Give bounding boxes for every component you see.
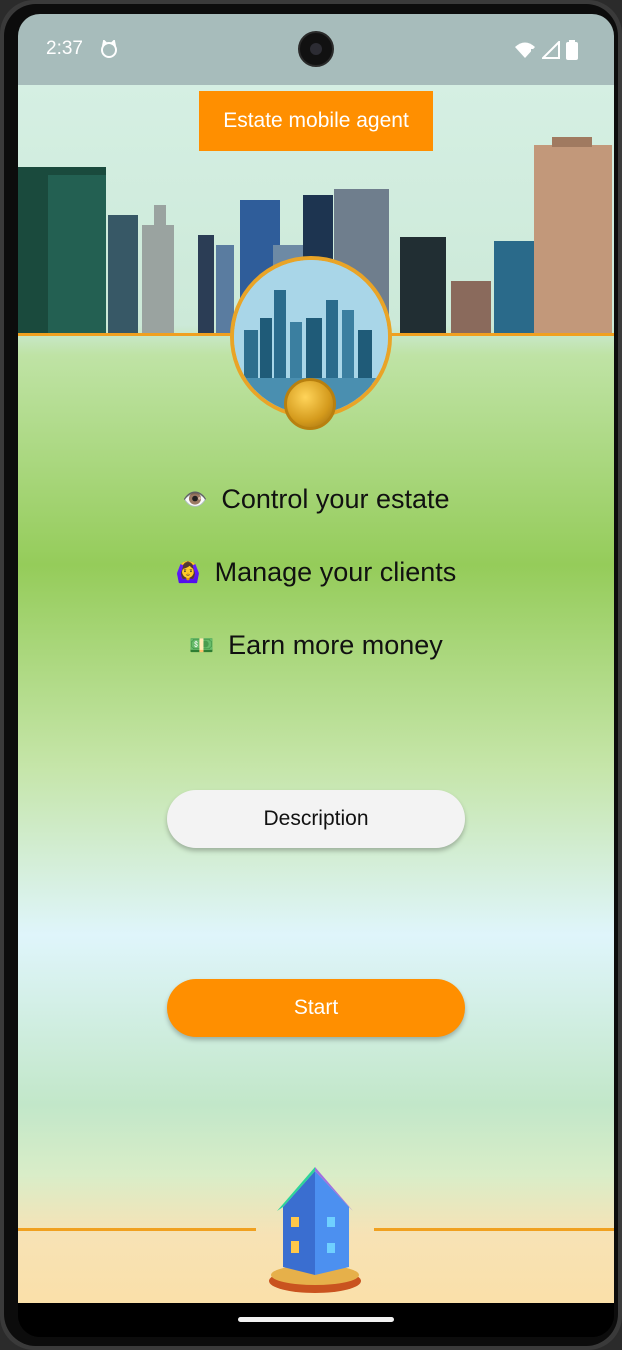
gold-coin-icon <box>284 378 336 430</box>
battery-icon <box>566 40 578 60</box>
screen: 2:37 Estate mobile agent 👁️ Control your… <box>18 14 614 1337</box>
wifi-icon <box>515 42 535 58</box>
house-icon <box>269 1167 361 1293</box>
status-icons <box>514 40 578 60</box>
navigation-bar <box>18 1303 614 1337</box>
bottom-divider-left <box>18 1228 256 1231</box>
bottom-divider-right <box>374 1228 614 1231</box>
feature-label: Manage your clients <box>214 557 457 587</box>
phone-frame: 2:37 Estate mobile agent 👁️ Control your… <box>0 0 622 1350</box>
money-icon: 💵 <box>189 635 215 657</box>
description-button[interactable]: Description <box>167 790 465 848</box>
start-button[interactable]: Start <box>167 979 465 1037</box>
feature-label: Control your estate <box>221 484 450 514</box>
home-gesture-handle[interactable] <box>238 1317 394 1322</box>
cat-face-icon <box>101 40 117 58</box>
app-content: Estate mobile agent 👁️ Control your esta… <box>18 85 614 1303</box>
feature-label: Earn more money <box>228 630 443 660</box>
status-time: 2:37 <box>46 38 83 59</box>
feature-earn-money: 💵 Earn more money <box>18 630 614 661</box>
feature-control-estate: 👁️ Control your estate <box>18 484 614 515</box>
signal-icon <box>542 41 560 59</box>
app-title: Estate mobile agent <box>199 91 433 151</box>
phone-bezel: 2:37 Estate mobile agent 👁️ Control your… <box>4 4 618 1346</box>
feature-manage-clients: 🙆‍♀️ Manage your clients <box>18 557 614 588</box>
status-bar: 2:37 <box>18 14 614 85</box>
eye-icon: 👁️ <box>182 489 208 511</box>
woman-gesture-icon: 🙆‍♀️ <box>175 562 201 584</box>
front-camera <box>298 31 334 67</box>
